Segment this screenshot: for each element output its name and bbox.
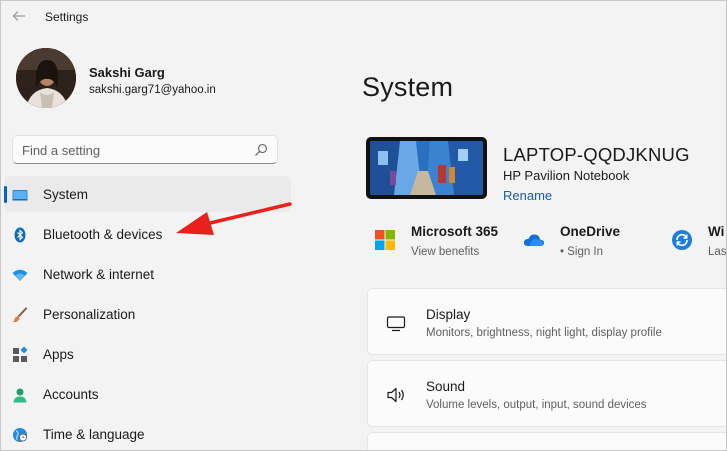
window-title: Settings	[45, 10, 89, 24]
globe-icon	[13, 428, 27, 442]
sidebar-item-bluetooth[interactable]: Bluetooth & devices	[4, 216, 291, 252]
card-title: Display	[426, 307, 471, 322]
sidebar-item-label: Personalization	[43, 307, 136, 322]
sidebar-item-time-language[interactable]: Time & language	[4, 416, 291, 451]
service-title: Microsoft 365	[411, 224, 499, 239]
search-box[interactable]	[12, 135, 278, 164]
sidebar-item-apps[interactable]: Apps	[4, 336, 291, 372]
back-button[interactable]	[8, 5, 30, 27]
settings-card-partial[interactable]	[367, 432, 727, 451]
person-icon	[13, 388, 27, 403]
profile-email: sakshi.garg71@yahoo.in	[89, 84, 216, 96]
device-model: HP Pavilion Notebook	[503, 168, 630, 183]
avatar[interactable]	[16, 48, 76, 108]
sidebar-item-label: Network & internet	[43, 267, 155, 282]
device-wallpaper-thumbnail	[366, 137, 487, 199]
microsoft-logo-icon	[375, 230, 395, 250]
service-subtitle: • Sign In	[560, 246, 604, 258]
sidebar-item-label: Accounts	[43, 387, 99, 402]
profile-name: Sakshi Garg	[89, 65, 165, 80]
service-onedrive[interactable]: OneDrive • Sign In	[523, 224, 653, 264]
back-arrow-icon	[12, 11, 25, 21]
sidebar-item-label: Time & language	[43, 427, 145, 442]
sidebar-item-system[interactable]: System	[4, 176, 291, 212]
service-subtitle: Las	[708, 246, 727, 258]
sidebar-item-label: Bluetooth & devices	[43, 227, 163, 242]
wallpaper-image-icon	[370, 141, 483, 195]
brush-icon	[12, 307, 28, 323]
service-title: Wi	[708, 224, 725, 239]
sidebar-item-label: System	[43, 187, 89, 202]
monitor-icon	[386, 316, 406, 332]
sidebar-item-label: Apps	[43, 347, 74, 362]
apps-icon	[13, 347, 28, 362]
page-title: System	[362, 72, 454, 102]
speaker-icon	[387, 387, 404, 403]
bluetooth-icon	[14, 227, 26, 243]
service-title: OneDrive	[560, 224, 621, 239]
system-icon	[12, 190, 28, 201]
windows-update-icon	[672, 230, 692, 250]
sidebar-item-network[interactable]: Network & internet	[4, 256, 291, 292]
selection-indicator	[4, 186, 7, 203]
search-icon[interactable]	[254, 143, 268, 157]
sidebar-item-accounts[interactable]: Accounts	[4, 376, 291, 412]
settings-card-display[interactable]: Display Monitors, brightness, night ligh…	[367, 288, 727, 355]
card-subtitle: Volume levels, output, input, sound devi…	[426, 399, 647, 411]
rename-link[interactable]: Rename	[503, 188, 552, 203]
sidebar-item-personalization[interactable]: Personalization	[4, 296, 291, 332]
card-title: Sound	[426, 379, 466, 394]
wifi-icon	[12, 269, 28, 281]
search-input[interactable]	[22, 141, 242, 159]
service-microsoft-365[interactable]: Microsoft 365 View benefits	[374, 224, 514, 264]
card-subtitle: Monitors, brightness, night light, displ…	[426, 327, 662, 339]
settings-card-sound[interactable]: Sound Volume levels, output, input, soun…	[367, 360, 727, 427]
avatar-photo-icon	[16, 48, 76, 108]
title-bar: Settings	[0, 0, 727, 34]
service-subtitle: View benefits	[411, 246, 480, 258]
service-windows-update[interactable]: Wi Las	[671, 224, 727, 264]
onedrive-cloud-icon	[523, 234, 545, 246]
device-name: LAPTOP-QQDJKNUG	[503, 144, 690, 165]
